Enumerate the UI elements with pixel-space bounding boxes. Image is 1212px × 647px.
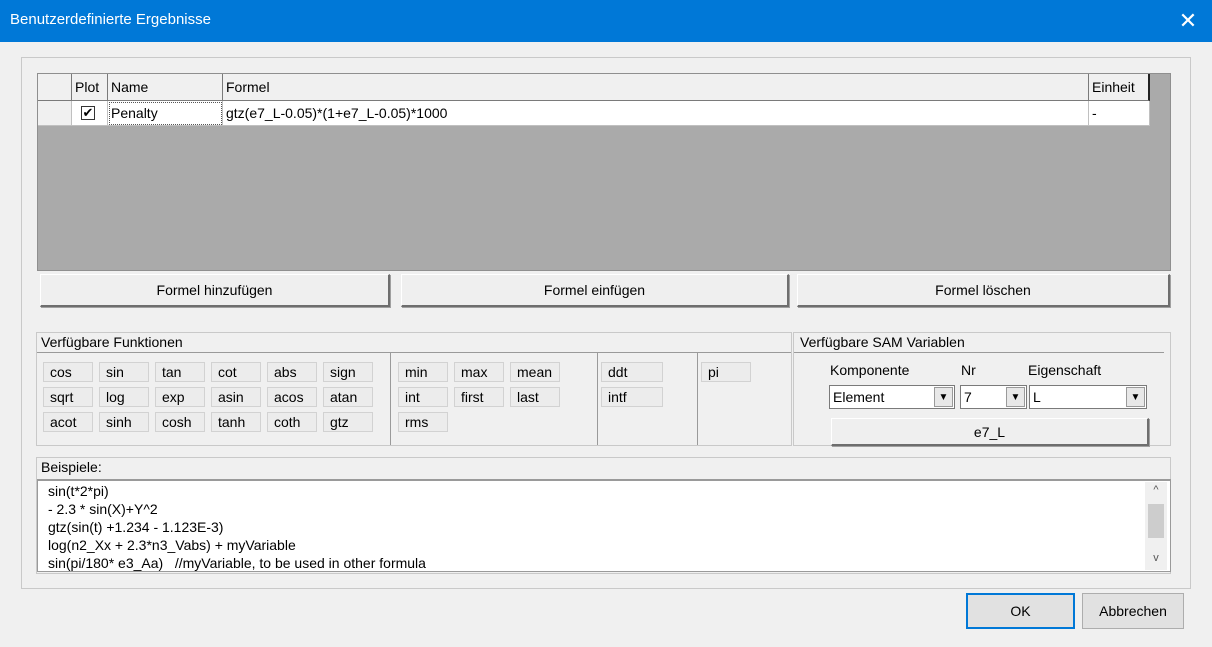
formula-grid: Plot Name Formel Einheit ✔ Penalty gtz(e… [37, 73, 1171, 271]
functions-separator [597, 353, 598, 445]
func-button[interactable]: ddt [601, 362, 663, 382]
delete-formula-button[interactable]: Formel löschen [797, 274, 1170, 307]
func-button[interactable]: intf [601, 387, 663, 407]
func-button[interactable]: sign [323, 362, 373, 382]
functions-label: Verfügbare Funktionen [41, 334, 183, 350]
eigenschaft-label: Eigenschaft [1028, 362, 1102, 378]
functions-separator [697, 353, 698, 445]
row-selector[interactable] [38, 101, 72, 126]
chevron-down-icon[interactable]: v [1149, 552, 1163, 566]
close-icon[interactable]: ✕ [1170, 4, 1206, 38]
sam-label: Verfügbare SAM Variablen [800, 334, 965, 350]
func-button[interactable]: sin [99, 362, 149, 382]
title-bar: Benutzerdefinierte Ergebnisse ✕ [0, 0, 1212, 42]
komponente-select[interactable]: Element ▼ [829, 385, 955, 409]
func-button[interactable]: gtz [323, 412, 373, 432]
insert-formula-button[interactable]: Formel einfügen [401, 274, 789, 307]
row-plot-cell[interactable]: ✔ [72, 101, 108, 126]
func-button[interactable]: tan [155, 362, 205, 382]
ok-button[interactable]: OK [966, 593, 1075, 629]
chevron-down-icon[interactable]: ▼ [1126, 387, 1145, 407]
func-button[interactable]: acos [267, 387, 317, 407]
functions-divider [37, 352, 791, 353]
scrollbar-thumb[interactable] [1148, 504, 1164, 538]
func-button[interactable]: first [454, 387, 504, 407]
func-button[interactable]: cot [211, 362, 261, 382]
chevron-up-icon[interactable]: ^ [1149, 484, 1163, 498]
sam-divider [794, 352, 1164, 353]
example-line: gtz(sin(t) +1.234 - 1.123E-3) [48, 519, 224, 535]
add-formula-button[interactable]: Formel hinzufügen [40, 274, 390, 307]
sam-variable-button[interactable]: e7_L [831, 418, 1149, 446]
row-formula-cell[interactable]: gtz(e7_L-0.05)*(1+e7_L-0.05)*1000 [223, 101, 1089, 126]
func-button[interactable]: min [398, 362, 448, 382]
example-line: log(n2_Xx + 2.3*n3_Vabs) + myVariable [48, 537, 296, 553]
example-line: sin(pi/180* e3_Aa) //myVariable, to be u… [48, 555, 426, 571]
nr-select[interactable]: 7 ▼ [960, 385, 1027, 409]
func-button[interactable]: pi [701, 362, 751, 382]
header-name: Name [108, 74, 223, 101]
example-line: sin(t*2*pi) [48, 483, 109, 499]
komponente-value: Element [833, 389, 885, 405]
example-line: - 2.3 * sin(X)+Y^2 [48, 501, 158, 517]
func-button[interactable]: exp [155, 387, 205, 407]
func-button[interactable]: log [99, 387, 149, 407]
func-button[interactable]: acot [43, 412, 93, 432]
row-name-cell[interactable]: Penalty [108, 101, 223, 126]
func-button[interactable]: tanh [211, 412, 261, 432]
plot-checkbox[interactable]: ✔ [81, 106, 95, 120]
func-button[interactable]: abs [267, 362, 317, 382]
chevron-down-icon[interactable]: ▼ [1006, 387, 1025, 407]
row-unit-cell[interactable]: - [1089, 101, 1150, 126]
eigenschaft-value: L [1033, 389, 1041, 405]
func-button[interactable]: cosh [155, 412, 205, 432]
cancel-button[interactable]: Abbrechen [1082, 593, 1184, 629]
func-button[interactable]: int [398, 387, 448, 407]
eigenschaft-select[interactable]: L ▼ [1029, 385, 1147, 409]
func-button[interactable]: asin [211, 387, 261, 407]
func-button[interactable]: sqrt [43, 387, 93, 407]
window-title: Benutzerdefinierte Ergebnisse [10, 11, 211, 28]
nr-label: Nr [961, 362, 976, 378]
chevron-down-icon[interactable]: ▼ [934, 387, 953, 407]
func-button[interactable]: sinh [99, 412, 149, 432]
nr-value: 7 [964, 389, 972, 405]
komponente-label: Komponente [830, 362, 910, 378]
func-button[interactable]: rms [398, 412, 448, 432]
func-button[interactable]: last [510, 387, 560, 407]
func-button[interactable]: atan [323, 387, 373, 407]
func-button[interactable]: coth [267, 412, 317, 432]
func-button[interactable]: max [454, 362, 504, 382]
examples-scrollbar[interactable]: ^ v [1145, 482, 1167, 570]
func-button[interactable]: mean [510, 362, 560, 382]
functions-separator [390, 353, 391, 445]
examples-label: Beispiele: [41, 459, 102, 475]
header-plot: Plot [72, 74, 108, 101]
grid-corner-header [38, 74, 72, 101]
func-button[interactable]: cos [43, 362, 93, 382]
header-formula: Formel [223, 74, 1089, 101]
examples-textbox[interactable]: sin(t*2*pi) - 2.3 * sin(X)+Y^2 gtz(sin(t… [37, 479, 1171, 572]
header-unit: Einheit [1089, 74, 1150, 101]
